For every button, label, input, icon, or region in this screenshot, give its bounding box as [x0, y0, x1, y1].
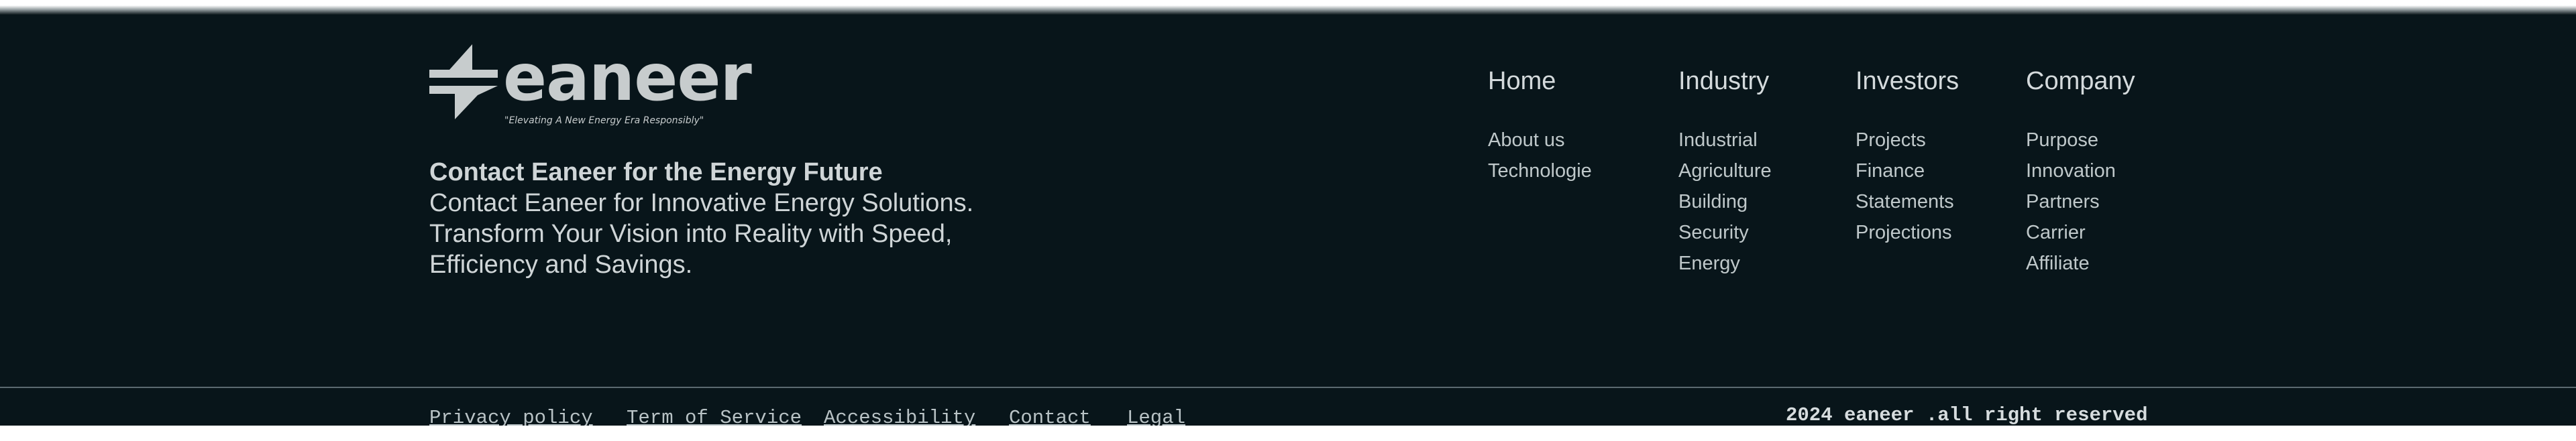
nav-list-home: About us Technologie: [1488, 125, 1592, 186]
nav-heading-home[interactable]: Home: [1488, 66, 1592, 97]
copyright-text: 2024 eaneer .all right reserved: [1786, 404, 2148, 426]
page-bottom-edge: [0, 426, 2576, 441]
nav-link-carrier[interactable]: Carrier: [2026, 217, 2135, 248]
contact-title: Contact Eaneer for the Energy Future: [429, 158, 883, 186]
nav-heading-company[interactable]: Company: [2026, 66, 2135, 97]
nav-column-investors: Investors Projects Finance Statements Pr…: [1856, 66, 1959, 248]
nav-column-company: Company Purpose Innovation Partners Carr…: [2026, 66, 2135, 279]
contact-block: Contact Eaneer for the Energy Future Con…: [429, 157, 1033, 280]
nav-link-energy[interactable]: Energy: [1678, 248, 1772, 279]
nav-link-partners[interactable]: Partners: [2026, 186, 2135, 217]
brand-name: eaneer: [503, 40, 752, 115]
nav-link-agriculture[interactable]: Agriculture: [1678, 155, 1772, 186]
nav-heading-investors[interactable]: Investors: [1856, 66, 1959, 97]
brand-logo[interactable]: eaneer "Elevating A New Energy Era Respo…: [429, 44, 752, 131]
nav-list-company: Purpose Innovation Partners Carrier Affi…: [2026, 125, 2135, 279]
nav-list-investors: Projects Finance Statements Projections: [1856, 125, 1959, 248]
nav-column-industry: Industry Industrial Agriculture Building…: [1678, 66, 1772, 279]
nav-link-affiliate[interactable]: Affiliate: [2026, 248, 2135, 279]
site-footer: eaneer "Elevating A New Energy Era Respo…: [0, 15, 2576, 429]
nav-link-industrial[interactable]: Industrial: [1678, 125, 1772, 155]
top-edge-shadow: [0, 0, 2576, 15]
lightning-split-icon: [429, 44, 498, 119]
nav-link-projects[interactable]: Projects: [1856, 125, 1959, 155]
contact-body: Contact Eaneer for Innovative Energy Sol…: [429, 189, 974, 279]
nav-link-projections[interactable]: Projections: [1856, 217, 1959, 248]
nav-link-finance[interactable]: Finance: [1856, 155, 1959, 186]
nav-column-home: Home About us Technologie: [1488, 66, 1592, 186]
nav-link-technologie[interactable]: Technologie: [1488, 155, 1592, 186]
nav-link-building[interactable]: Building: [1678, 186, 1772, 217]
nav-link-security[interactable]: Security: [1678, 217, 1772, 248]
nav-link-statements[interactable]: Statements: [1856, 186, 1959, 217]
nav-link-innovation[interactable]: Innovation: [2026, 155, 2135, 186]
footer-divider: [0, 387, 2576, 388]
nav-list-industry: Industrial Agriculture Building Security…: [1678, 125, 1772, 279]
nav-link-purpose[interactable]: Purpose: [2026, 125, 2135, 155]
brand-tagline: "Elevating A New Energy Era Responsibly": [504, 115, 704, 126]
nav-link-about-us[interactable]: About us: [1488, 125, 1592, 155]
nav-heading-industry[interactable]: Industry: [1678, 66, 1772, 97]
